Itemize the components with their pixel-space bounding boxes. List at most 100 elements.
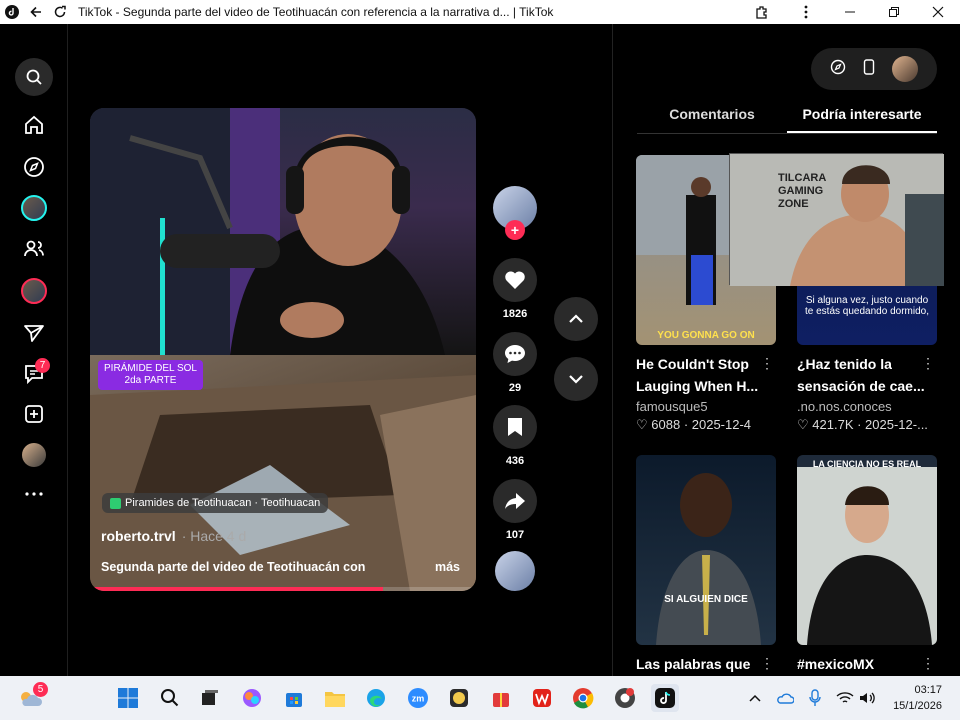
card-caption: LA CIENCIA NO ES REAL — [812, 459, 922, 469]
volume-icon[interactable] — [853, 684, 881, 712]
creator-follow[interactable]: + — [492, 186, 538, 240]
chrome-profile-icon[interactable] — [611, 684, 639, 712]
explore-icon[interactable] — [14, 147, 54, 187]
video-progress-bar[interactable] — [90, 587, 476, 591]
card-title[interactable]: He Couldn't Stop Lauging When H... — [636, 353, 764, 397]
home-icon[interactable] — [14, 105, 54, 145]
windows-start-icon[interactable] — [114, 684, 142, 712]
upload-icon[interactable] — [14, 394, 54, 434]
live-avatar[interactable] — [14, 188, 54, 228]
tiktok-taskbar-icon[interactable] — [651, 684, 679, 712]
author-name[interactable]: roberto.trvl — [101, 528, 176, 544]
card-meta: ♡ 6088 · 2025-12-4 — [636, 417, 752, 432]
profile-avatar[interactable] — [14, 435, 54, 475]
menu-dots-icon[interactable] — [784, 0, 828, 24]
save-count: 436 — [505, 455, 525, 467]
left-nav: 7 — [0, 24, 68, 676]
card-caption: Si alguna vez, justo cuando te estás que… — [805, 295, 929, 317]
inbox-icon[interactable]: 7 — [14, 354, 54, 394]
chevron-down-icon[interactable] — [554, 357, 598, 401]
phone-icon[interactable] — [863, 58, 875, 80]
browser-titlebar: TikTok - Segunda parte del video de Teot… — [0, 0, 960, 24]
pyramid-tag-line1: PIRÁMIDE DEL SOL — [104, 363, 197, 374]
save-action[interactable]: 436 — [492, 405, 538, 467]
heart-outline-icon: ♡ — [797, 417, 809, 432]
live-user-avatar[interactable] — [14, 271, 54, 311]
clock-date[interactable]: 15/1/2026 — [884, 700, 942, 712]
edge-icon[interactable] — [362, 684, 390, 712]
share-icon[interactable] — [493, 479, 537, 523]
chevron-up-tray-icon[interactable] — [741, 684, 769, 712]
tab-comments[interactable]: Comentarios — [637, 106, 787, 133]
weather-icon[interactable]: 5 — [16, 682, 48, 712]
overlay-sign: TILCARA GAMING ZONE — [778, 172, 826, 210]
main-feed: PIRÁMIDE DEL SOL 2da PARTE Piramides de … — [68, 24, 612, 676]
compass-icon[interactable] — [830, 59, 846, 80]
comment-icon[interactable] — [493, 332, 537, 376]
share-count: 107 — [505, 529, 525, 541]
zoom-icon[interactable]: zm — [404, 684, 432, 712]
weather-badge: 5 — [33, 682, 48, 697]
card-title[interactable]: ¿Haz tenido la sensación de cae... — [797, 353, 925, 397]
clock-time[interactable]: 03:17 — [884, 684, 942, 696]
more-dots-icon[interactable]: ⋮ — [760, 355, 774, 372]
recommended-card[interactable]: LA CIENCIA NO ES REAL #mexicoMX ⋮ — [797, 455, 939, 697]
follow-plus-icon[interactable]: + — [505, 220, 525, 240]
wps-icon[interactable] — [528, 684, 556, 712]
comment-action[interactable]: 29 — [492, 332, 538, 394]
progress-fill — [90, 587, 384, 591]
card-likes: 6088 — [651, 417, 681, 432]
creator-avatar[interactable]: + — [493, 186, 537, 240]
music-disc[interactable] — [492, 551, 538, 591]
video-player[interactable]: PIRÁMIDE DEL SOL 2da PARTE Piramides de … — [90, 108, 476, 591]
search-icon[interactable] — [15, 58, 53, 96]
card-thumbnail[interactable]: LA CIENCIA NO ES REAL — [797, 455, 937, 645]
game-app-icon[interactable] — [445, 684, 473, 712]
card-author[interactable]: famousque5 — [636, 399, 778, 414]
card-date: 2025-12-... — [865, 417, 928, 432]
location-pin-icon — [110, 497, 121, 509]
task-view-icon[interactable] — [196, 684, 224, 712]
gift-app-icon[interactable] — [487, 684, 515, 712]
like-count: 1826 — [502, 308, 528, 320]
more-dots-icon[interactable]: ⋮ — [760, 655, 774, 672]
search-taskbar-icon[interactable] — [156, 684, 184, 712]
tab-recommended[interactable]: Podría interesarte — [787, 106, 937, 133]
following-icon[interactable] — [14, 229, 54, 269]
card-author[interactable]: .no.nos.conoces — [797, 399, 939, 414]
minimize-icon[interactable] — [828, 0, 872, 24]
card-caption: YOU GONNA GO ON — [657, 330, 755, 341]
more-dots-icon[interactable]: ⋮ — [921, 655, 935, 672]
chrome-icon[interactable] — [569, 684, 597, 712]
video-author[interactable]: roberto.trvl · Hace 4 d — [101, 528, 246, 544]
microphone-icon[interactable] — [801, 684, 829, 712]
close-icon[interactable] — [916, 0, 960, 24]
restore-icon[interactable] — [872, 0, 916, 24]
reload-icon[interactable] — [48, 0, 72, 24]
extensions-icon[interactable] — [740, 0, 784, 24]
bookmark-icon[interactable] — [493, 405, 537, 449]
send-icon[interactable] — [14, 313, 54, 353]
location-chip[interactable]: Piramides de Teotihuacan · Teotihuacan — [102, 493, 329, 513]
heart-icon[interactable] — [493, 258, 537, 302]
chevron-up-icon[interactable] — [554, 297, 598, 341]
music-avatar[interactable] — [495, 551, 535, 591]
onedrive-icon[interactable] — [771, 684, 799, 712]
file-explorer-icon[interactable] — [321, 684, 349, 712]
overlay-video-preview[interactable]: TILCARA GAMING ZONE — [729, 153, 944, 286]
like-action[interactable]: 1826 — [492, 258, 538, 320]
store-icon[interactable] — [280, 684, 308, 712]
more-icon[interactable] — [14, 474, 54, 514]
more-dots-icon[interactable]: ⋮ — [921, 355, 935, 372]
window-title: TikTok - Segunda parte del video de Teot… — [78, 5, 554, 19]
recommended-card[interactable]: SI ALGUIEN DICE Las palabras que ⋮ — [636, 455, 778, 697]
copilot-icon[interactable] — [238, 684, 266, 712]
more-link[interactable]: más — [435, 560, 460, 574]
share-action[interactable]: 107 — [492, 479, 538, 541]
back-icon[interactable] — [24, 0, 48, 24]
user-avatar[interactable] — [892, 56, 919, 82]
post-age: · Hace 4 d — [181, 528, 247, 544]
pyramid-tag: PIRÁMIDE DEL SOL 2da PARTE — [98, 360, 203, 390]
pyramid-tag-line2: 2da PARTE — [124, 375, 177, 386]
card-thumbnail[interactable]: SI ALGUIEN DICE — [636, 455, 776, 645]
